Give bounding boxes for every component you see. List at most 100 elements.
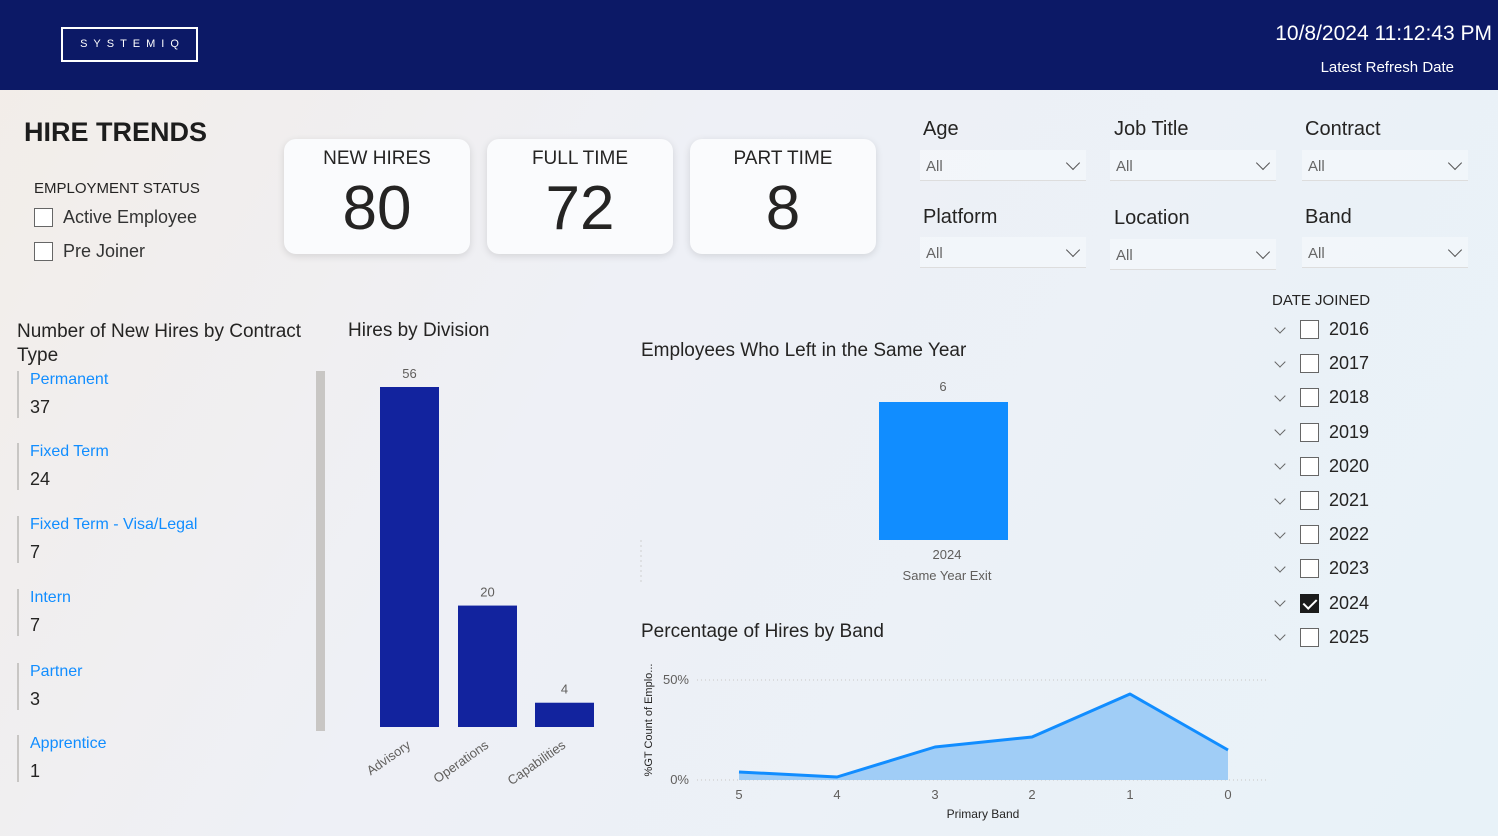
year-row-2023[interactable]: 2023 bbox=[1274, 558, 1369, 579]
year-row-2016[interactable]: 2016 bbox=[1274, 319, 1370, 340]
bar-advisory bbox=[380, 387, 439, 727]
dropdown-value: All bbox=[1116, 247, 1133, 264]
x-axis-title: Primary Band bbox=[947, 807, 1020, 821]
list-item[interactable]: Fixed Term 24 bbox=[17, 443, 109, 490]
checkbox-box[interactable] bbox=[1300, 525, 1319, 545]
chevron-down-icon[interactable] bbox=[1274, 629, 1286, 641]
checkbox-box[interactable] bbox=[1300, 491, 1319, 510]
data-label: 20 bbox=[480, 585, 494, 600]
year-row-2025[interactable]: 2025 bbox=[1274, 626, 1370, 648]
checkbox-box[interactable] bbox=[34, 242, 53, 261]
chevron-down-icon[interactable] bbox=[1274, 390, 1286, 402]
dropdown-contract[interactable]: All bbox=[1302, 150, 1468, 181]
list-item[interactable]: Intern 7 bbox=[17, 589, 71, 636]
refresh-date: 10/8/2024 11:12:43 PM bbox=[1275, 22, 1492, 45]
checkbox-box[interactable] bbox=[1300, 388, 1319, 408]
checkbox-box[interactable] bbox=[34, 208, 53, 227]
list-item[interactable]: Apprentice 1 bbox=[17, 735, 107, 782]
charts-canvas: 56Advisory20Operations4Capabilities 6202… bbox=[364, 366, 1267, 821]
card-label: PART TIME bbox=[733, 148, 833, 169]
contract-list-scrollbar[interactable] bbox=[316, 371, 325, 731]
list-item[interactable]: Fixed Term - Visa/Legal 7 bbox=[17, 516, 197, 563]
contract-count: 24 bbox=[30, 469, 51, 489]
card-value: 72 bbox=[545, 174, 615, 243]
refresh-label: Latest Refresh Date bbox=[1320, 59, 1454, 76]
header-bar: SYSTEMIQ 10/8/2024 11:12:43 PM Latest Re… bbox=[0, 0, 1498, 90]
chevron-down-icon[interactable] bbox=[1274, 356, 1286, 368]
contract-name: Intern bbox=[30, 589, 71, 606]
year-row-2020[interactable]: 2020 bbox=[1274, 455, 1370, 477]
year-label: 2018 bbox=[1329, 387, 1370, 408]
y-tick-label: 0% bbox=[670, 772, 689, 787]
band-area-chart: 50% 0% %GT Count of Emplo... 5 4 3 2 1 0 Primary … bbox=[643, 664, 1267, 821]
bar-operations bbox=[458, 605, 517, 727]
chevron-down-icon[interactable] bbox=[1274, 321, 1286, 334]
chevron-down-icon bbox=[1447, 242, 1463, 258]
card-label: NEW HIRES bbox=[323, 148, 431, 169]
dropdown-job-title[interactable]: All bbox=[1110, 150, 1276, 181]
year-row-2019[interactable]: 2019 bbox=[1274, 422, 1369, 443]
year-row-2024[interactable]: 2024 bbox=[1274, 592, 1370, 614]
chevron-down-icon[interactable] bbox=[1274, 561, 1286, 573]
year-row-2021[interactable]: 2021 bbox=[1274, 490, 1369, 511]
card-value: 8 bbox=[765, 174, 801, 243]
dropdown-platform[interactable]: All bbox=[920, 237, 1086, 268]
chevron-down-icon bbox=[1065, 242, 1081, 258]
area-fill bbox=[739, 694, 1228, 780]
card-value: 80 bbox=[342, 174, 412, 243]
contract-count: 37 bbox=[30, 397, 51, 417]
date-joined-title: DATE JOINED bbox=[1272, 292, 1371, 309]
list-item[interactable]: Partner 3 bbox=[17, 663, 82, 710]
checkbox-box[interactable] bbox=[1300, 354, 1319, 374]
year-row-2022[interactable]: 2022 bbox=[1274, 524, 1369, 545]
y-tick-label: 50% bbox=[663, 672, 689, 687]
x-tick-label: Capabilities bbox=[505, 737, 569, 788]
checkbox-box[interactable] bbox=[1300, 627, 1319, 647]
dropdown-value: All bbox=[926, 158, 943, 175]
bar-2024 bbox=[879, 402, 1008, 540]
chevron-down-icon[interactable] bbox=[1274, 424, 1286, 436]
contract-list-title: Number of New Hires by Contract Type bbox=[17, 321, 302, 366]
year-label: 2016 bbox=[1329, 319, 1370, 339]
y-axis-title: %GT Count of Emplo... bbox=[643, 664, 655, 777]
series-line bbox=[738, 692, 1229, 779]
filter-title-job-title: Job Title bbox=[1114, 118, 1189, 140]
systemiq-logo: SYSTEMIQ bbox=[61, 27, 198, 62]
checkbox-active-employee[interactable]: Active Employee bbox=[34, 207, 197, 228]
chevron-down-icon bbox=[1065, 155, 1081, 171]
chevron-down-icon[interactable] bbox=[1274, 492, 1286, 505]
contract-count: 3 bbox=[30, 689, 41, 709]
chevron-down-icon[interactable] bbox=[1274, 527, 1286, 539]
list-item[interactable]: Permanent 37 bbox=[17, 371, 108, 418]
year-row-2017[interactable]: 2017 bbox=[1274, 353, 1369, 374]
chevron-down-icon[interactable] bbox=[1274, 458, 1286, 470]
card-new-hires: NEW HIRES 80 bbox=[284, 139, 470, 254]
year-label: 2025 bbox=[1329, 626, 1370, 647]
contract-count: 7 bbox=[30, 542, 41, 562]
year-label: 2020 bbox=[1329, 455, 1370, 476]
checkbox-label: Pre Joiner bbox=[63, 241, 146, 261]
bar-capabilities bbox=[535, 702, 594, 727]
checkbox-box[interactable] bbox=[1300, 422, 1319, 442]
filter-title-age: Age bbox=[923, 118, 959, 140]
x-tick-label: Advisory bbox=[364, 737, 414, 778]
card-part-time: PART TIME 8 bbox=[690, 139, 876, 254]
chevron-down-icon bbox=[1255, 155, 1271, 171]
same-year-bar-chart: 6 2024 Same Year Exit bbox=[640, 379, 1008, 585]
dropdown-location[interactable]: All bbox=[1110, 239, 1276, 270]
contract-name: Partner bbox=[30, 663, 83, 680]
checkbox-box[interactable] bbox=[1300, 559, 1319, 579]
year-label: 2024 bbox=[1329, 592, 1370, 613]
dropdown-age[interactable]: All bbox=[920, 150, 1086, 181]
chevron-down-icon[interactable] bbox=[1274, 595, 1286, 607]
checkbox-pre-joiner[interactable]: Pre Joiner bbox=[34, 241, 145, 262]
x-tick-label: 2 bbox=[1028, 787, 1035, 802]
checkbox-box[interactable] bbox=[1300, 320, 1319, 339]
dropdown-band[interactable]: All bbox=[1302, 237, 1468, 268]
dropdown-value: All bbox=[1308, 158, 1325, 175]
checkbox-box[interactable] bbox=[1300, 593, 1319, 613]
card-label: FULL TIME bbox=[531, 148, 629, 169]
year-row-2018[interactable]: 2018 bbox=[1274, 387, 1370, 408]
page-title: HIRE TRENDS bbox=[24, 117, 208, 147]
checkbox-box[interactable] bbox=[1300, 456, 1319, 476]
